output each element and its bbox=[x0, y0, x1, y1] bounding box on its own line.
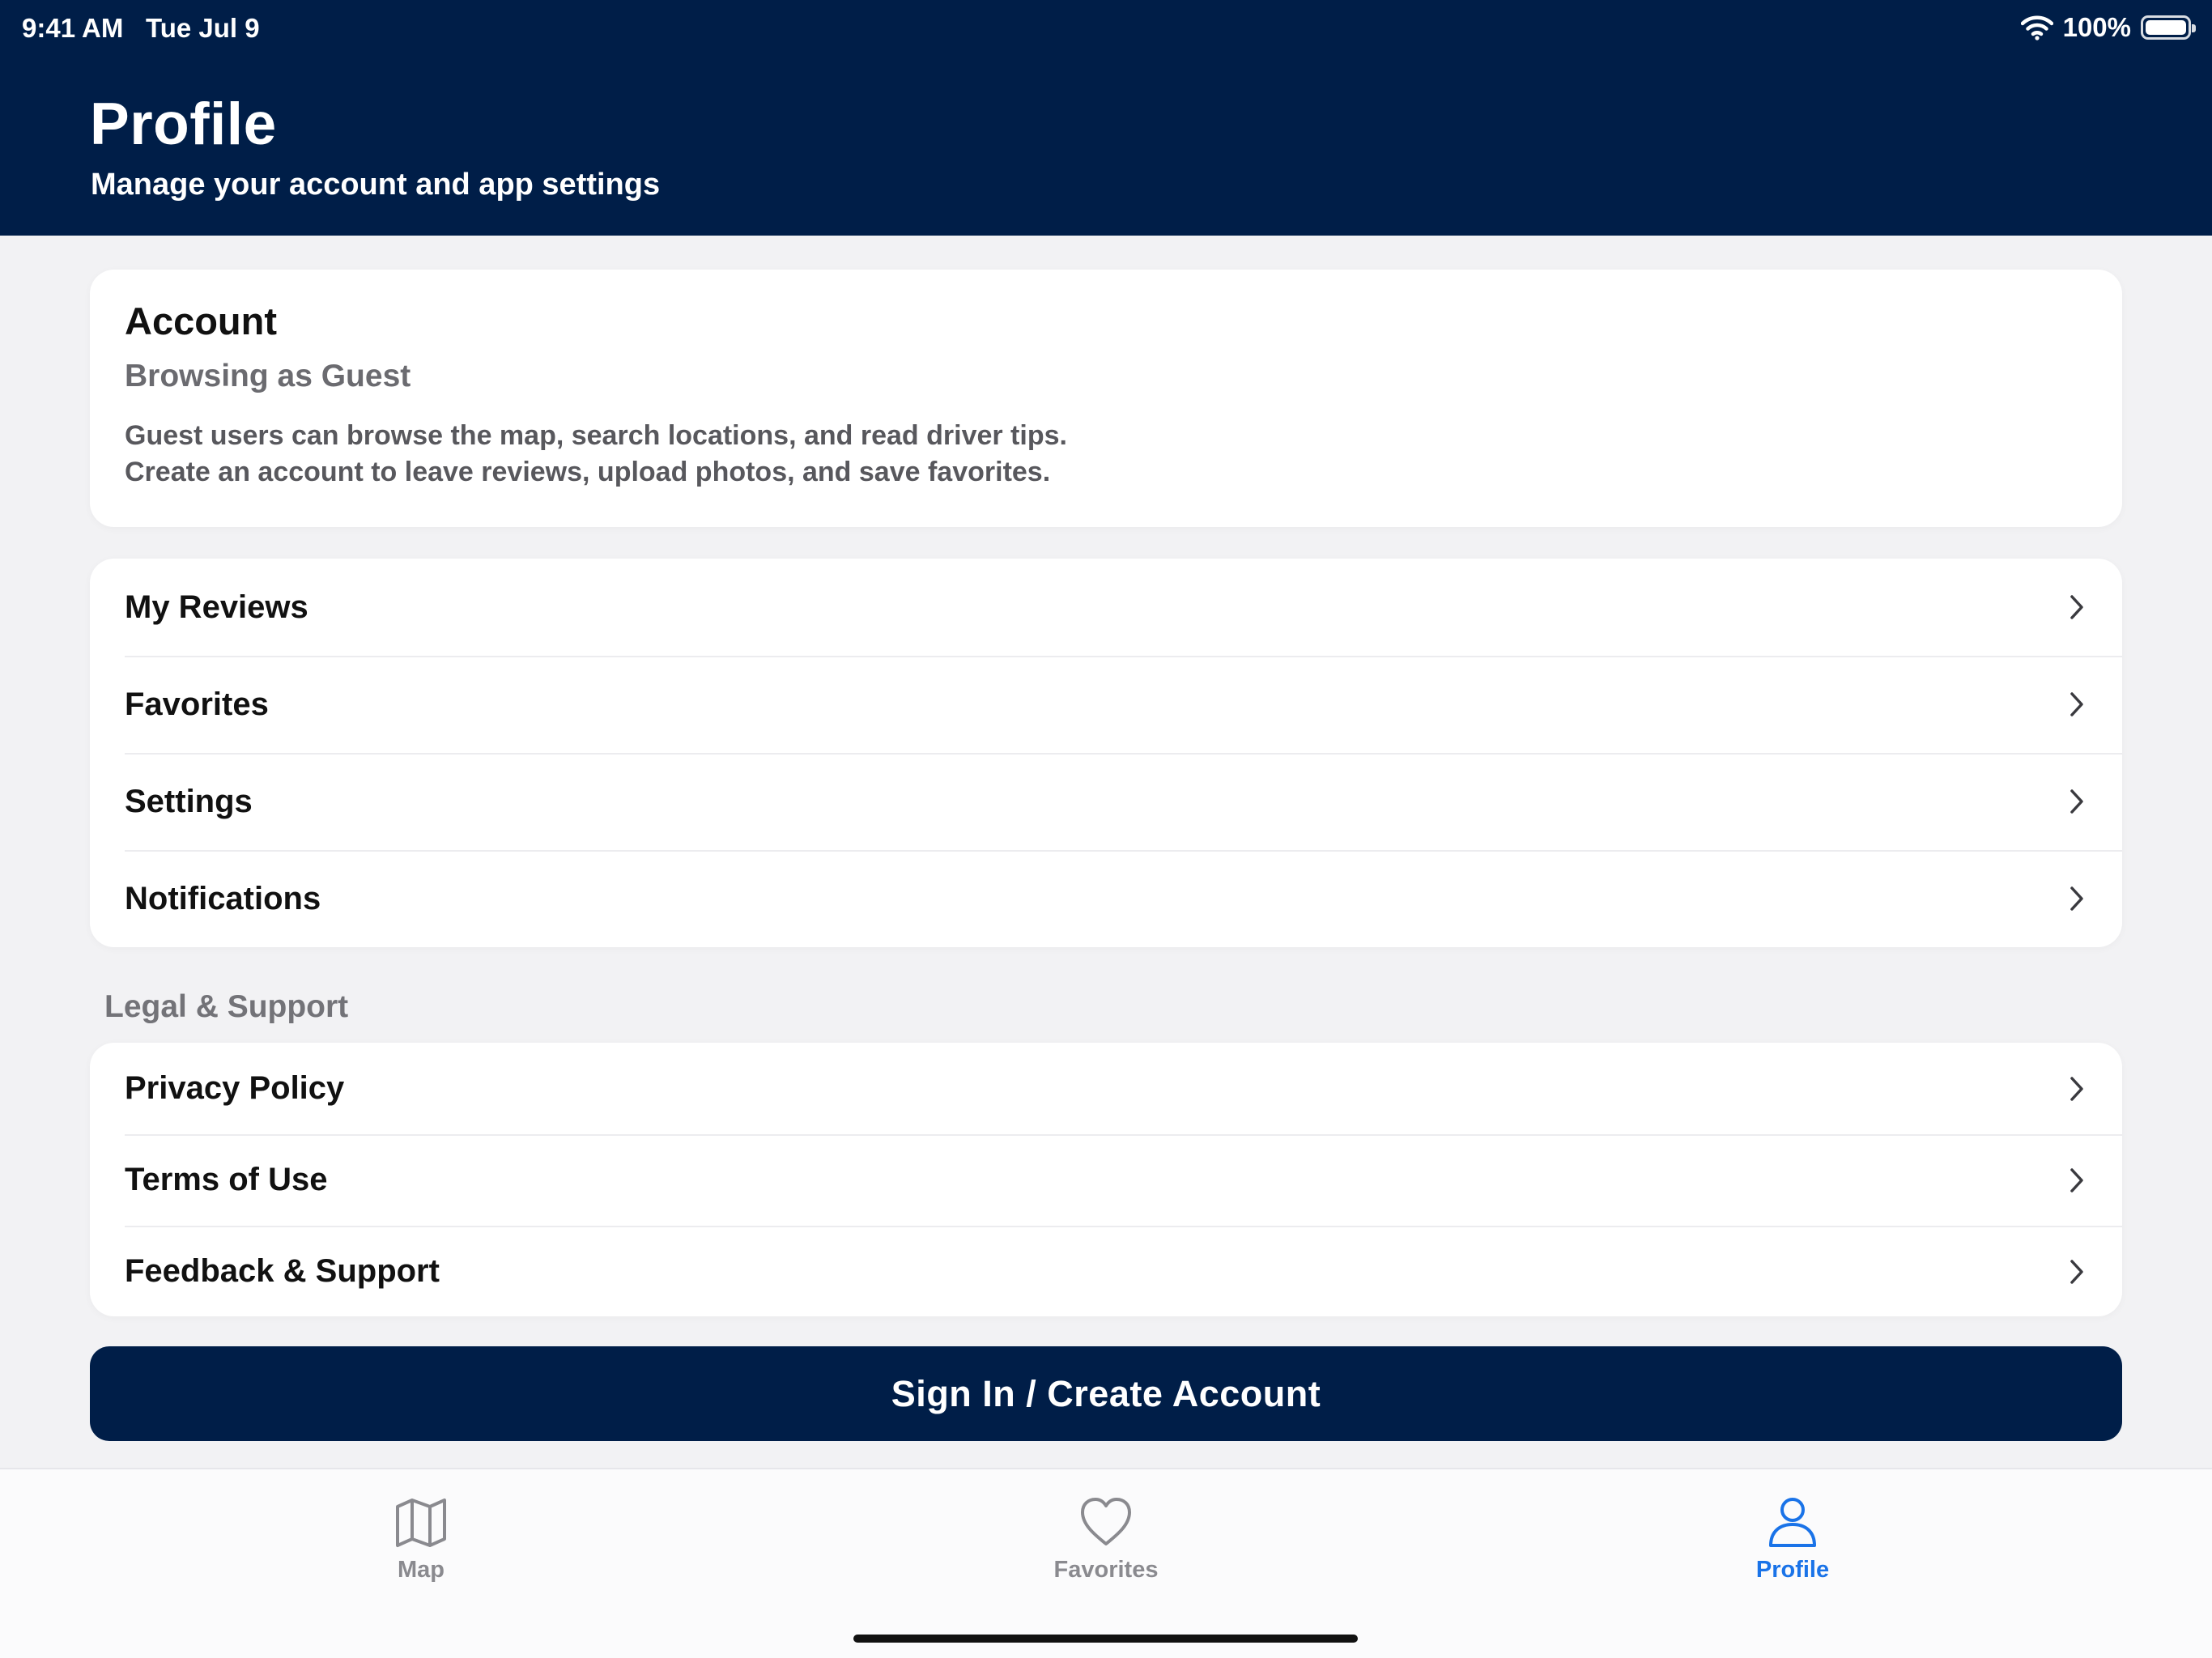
menu-item-label: Favorites bbox=[125, 686, 269, 722]
chevron-right-icon bbox=[2070, 886, 2083, 911]
wifi-icon bbox=[2020, 15, 2053, 40]
menu-item-notifications[interactable]: Notifications bbox=[90, 850, 2122, 947]
chevron-right-icon bbox=[2070, 1259, 2083, 1284]
map-icon bbox=[396, 1499, 446, 1547]
tab-label: Map bbox=[398, 1557, 445, 1583]
tab-profile[interactable]: Profile bbox=[1695, 1494, 1890, 1599]
section-header-legal: Legal & Support bbox=[104, 989, 349, 1024]
person-icon bbox=[1769, 1498, 1816, 1547]
tab-label: Profile bbox=[1755, 1557, 1830, 1583]
account-status: Browsing as Guest bbox=[125, 359, 411, 393]
tab-label: Favorites bbox=[1053, 1557, 1159, 1583]
menu-item-label: My Reviews bbox=[125, 589, 308, 625]
legal-menu: Privacy Policy Terms of Use Feedback & S… bbox=[90, 1043, 2122, 1316]
account-title: Account bbox=[125, 300, 277, 342]
menu-item-label: Notifications bbox=[125, 880, 321, 916]
status-date: Tue Jul 9 bbox=[146, 13, 260, 43]
status-indicators: 100% bbox=[2020, 11, 2196, 44]
home-indicator bbox=[853, 1635, 1358, 1643]
menu-item-terms-of-use[interactable]: Terms of Use bbox=[90, 1134, 2122, 1226]
profile-screen: 9:41 AM Tue Jul 9 100% Profile Manage yo… bbox=[0, 0, 2212, 1658]
page-subtitle: Manage your account and app settings bbox=[91, 168, 661, 202]
account-description-line: Create an account to leave reviews, uplo… bbox=[125, 457, 1051, 487]
menu-item-label: Settings bbox=[125, 783, 253, 819]
tab-favorites[interactable]: Favorites bbox=[1009, 1494, 1203, 1599]
chevron-right-icon bbox=[2070, 595, 2083, 619]
heart-icon bbox=[1081, 1498, 1131, 1545]
menu-item-feedback-support[interactable]: Feedback & Support bbox=[90, 1226, 2122, 1316]
chevron-right-icon bbox=[2070, 789, 2083, 814]
battery-icon bbox=[2141, 15, 2196, 40]
account-description: Guest users can browse the map, search l… bbox=[125, 418, 1067, 491]
menu-item-label: Privacy Policy bbox=[125, 1070, 345, 1106]
menu-item-privacy-policy[interactable]: Privacy Policy bbox=[90, 1043, 2122, 1134]
chevron-right-icon bbox=[2070, 1167, 2083, 1192]
account-menu: My Reviews Favorites Settings Notificati… bbox=[90, 559, 2122, 947]
account-description-line: Guest users can browse the map, search l… bbox=[125, 420, 1067, 451]
account-card: Account Browsing as Guest Guest users ca… bbox=[90, 270, 2122, 527]
page-title: Profile bbox=[90, 91, 277, 157]
chevron-right-icon bbox=[2070, 1076, 2083, 1101]
tab-map[interactable]: Map bbox=[324, 1494, 518, 1599]
header: 9:41 AM Tue Jul 9 100% Profile Manage yo… bbox=[0, 0, 2212, 236]
menu-item-label: Feedback & Support bbox=[125, 1253, 440, 1289]
status-bar: 9:41 AM Tue Jul 9 100% bbox=[0, 0, 2212, 57]
chevron-right-icon bbox=[2070, 692, 2083, 716]
battery-tip bbox=[2192, 24, 2196, 32]
battery-percent: 100% bbox=[2062, 12, 2131, 42]
battery-level-fill bbox=[2146, 20, 2186, 35]
menu-item-settings[interactable]: Settings bbox=[90, 753, 2122, 850]
status-time: 9:41 AM bbox=[22, 13, 124, 43]
menu-item-my-reviews[interactable]: My Reviews bbox=[90, 559, 2122, 656]
tab-bar: Map Favorites Profile bbox=[0, 1468, 2212, 1658]
sign-in-create-account-button[interactable]: Sign In / Create Account bbox=[90, 1346, 2122, 1441]
menu-item-label: Terms of Use bbox=[125, 1162, 328, 1197]
menu-item-favorites[interactable]: Favorites bbox=[90, 656, 2122, 753]
